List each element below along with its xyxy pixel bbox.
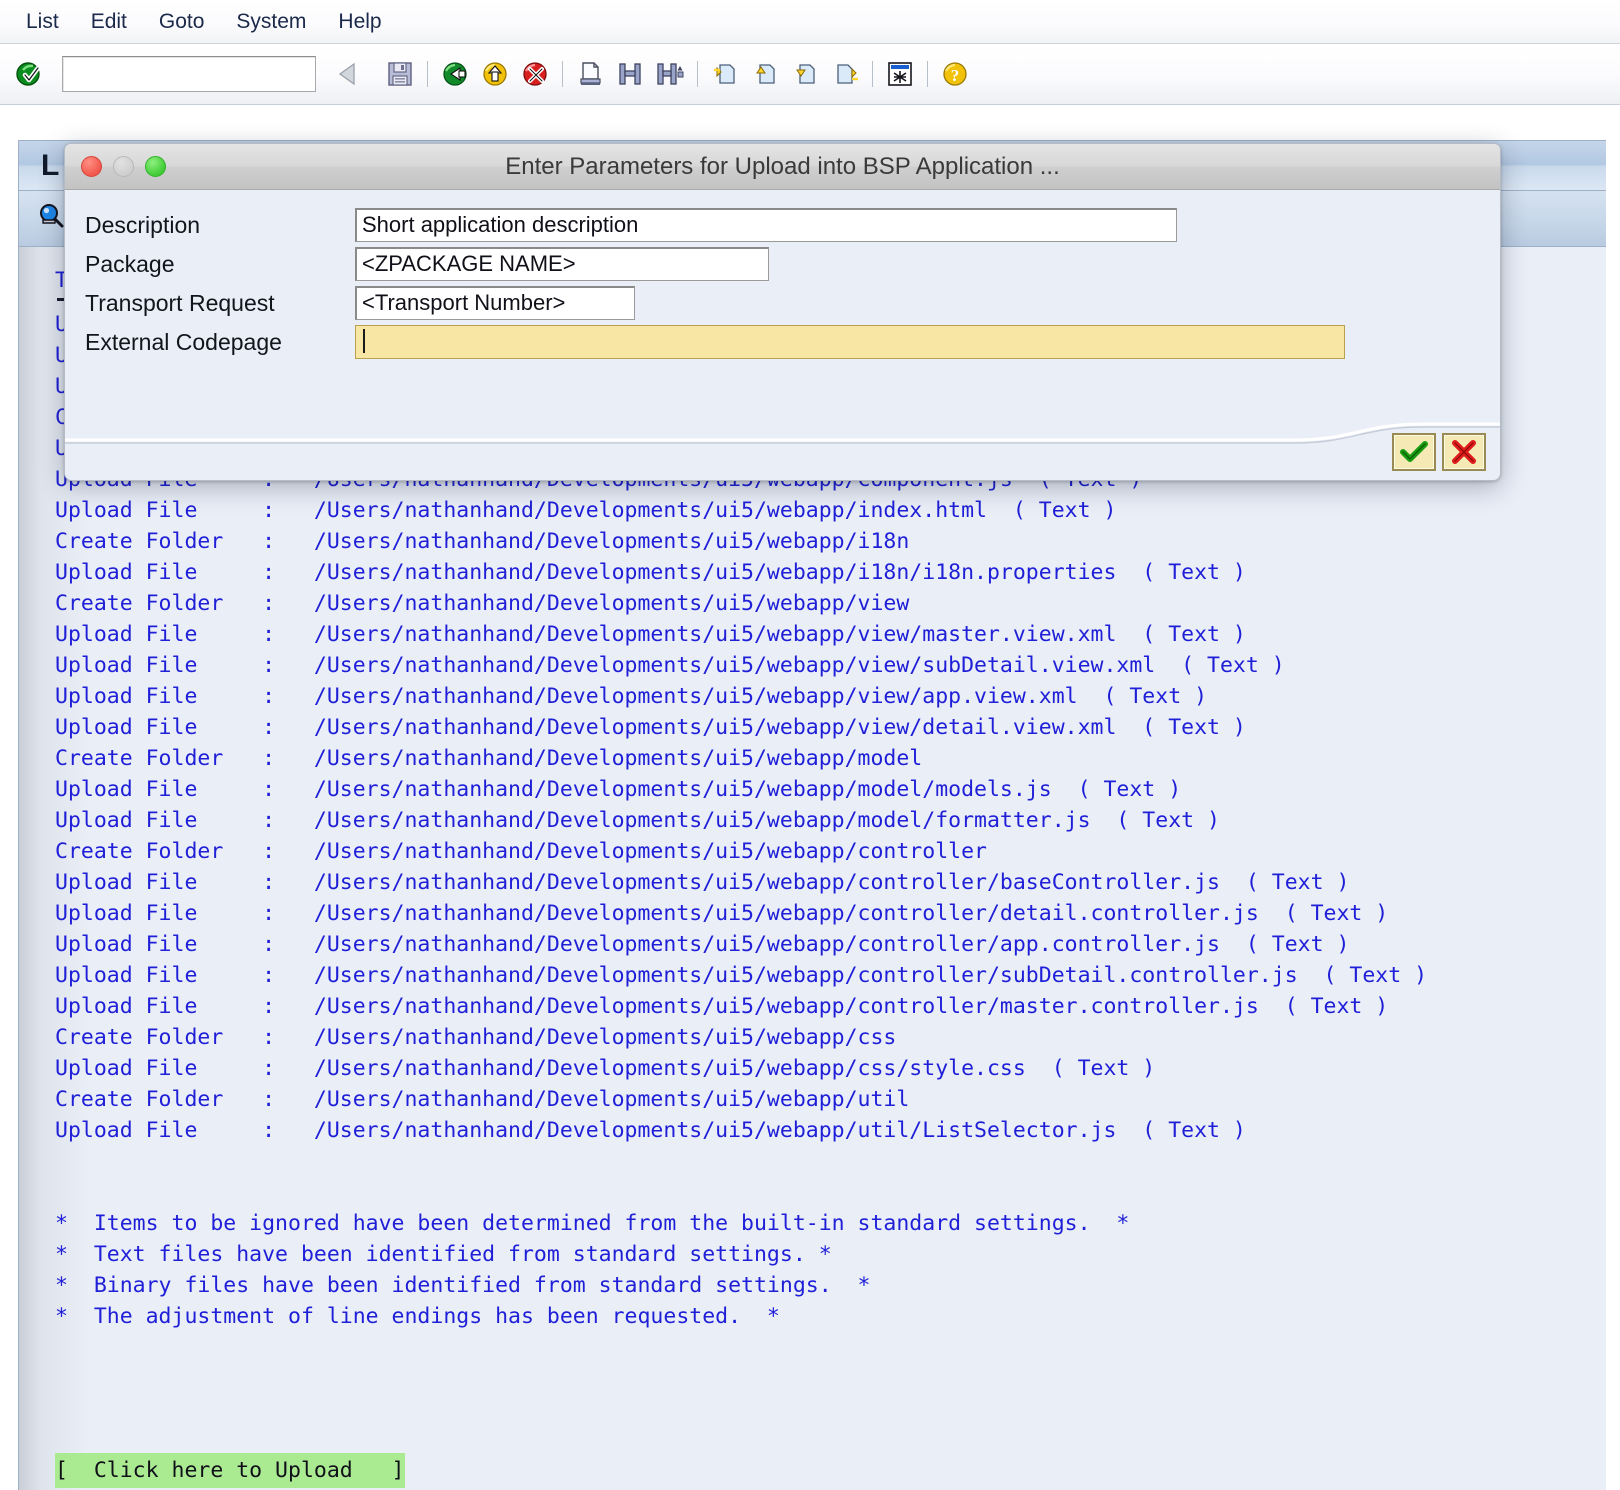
layout-icon[interactable] xyxy=(883,57,917,91)
list-row: Upload File : /Users/nathanhand/Developm… xyxy=(55,901,1389,926)
menu-edit[interactable]: Edit xyxy=(75,8,143,36)
description-label: Description xyxy=(85,211,201,238)
menu-help[interactable]: Help xyxy=(322,8,397,36)
find-magnifier-icon[interactable] xyxy=(35,200,67,237)
upload-parameters-dialog: Enter Parameters for Upload into BSP App… xyxy=(64,143,1501,481)
list-row: Upload File : /Users/nathanhand/Developm… xyxy=(55,684,1208,709)
list-row xyxy=(55,1363,1606,1394)
minimize-button[interactable] xyxy=(113,156,134,177)
description-value: Short application description xyxy=(362,212,639,237)
next-page-icon[interactable] xyxy=(788,57,822,91)
list-row: Upload File : /Users/nathanhand/Developm… xyxy=(55,498,1117,523)
dialog-title: Enter Parameters for Upload into BSP App… xyxy=(505,153,1060,180)
back-arrow-icon[interactable] xyxy=(333,57,367,91)
list-row xyxy=(55,1332,1606,1363)
dialog-buttons xyxy=(1392,433,1486,471)
list-row: Upload File : /Users/nathanhand/Developm… xyxy=(55,653,1285,678)
list-row: Upload File : /Users/nathanhand/Developm… xyxy=(55,994,1389,1019)
list-row: Upload File : /Users/nathanhand/Developm… xyxy=(55,622,1246,647)
text-caret xyxy=(363,329,365,354)
list-row: * The adjustment of line endings has bee… xyxy=(55,1304,780,1329)
list-row: Create Folder : /Users/nathanhand/Develo… xyxy=(55,1025,897,1050)
command-field[interactable] xyxy=(62,56,316,92)
red-cross-icon xyxy=(1452,440,1476,464)
list-row: Create Folder : /Users/nathanhand/Develo… xyxy=(55,529,910,554)
list-row xyxy=(55,1177,1606,1208)
green-check-icon xyxy=(1400,441,1428,462)
menu-goto[interactable]: Goto xyxy=(143,8,221,36)
toolbar: ? xyxy=(0,44,1620,105)
menu-list[interactable]: List xyxy=(10,8,75,36)
click-here-to-upload-button[interactable]: [ Click here to Upload ] xyxy=(55,1453,405,1488)
external-codepage-input[interactable] xyxy=(355,325,1345,359)
enter-check-icon[interactable] xyxy=(13,57,47,91)
dialog-body: Description Short application description… xyxy=(65,190,1500,480)
menu-bar: List Edit Goto System Help xyxy=(0,0,1620,44)
focus-corner-marker xyxy=(1336,326,1344,334)
package-input[interactable]: <ZPACKAGE NAME> xyxy=(355,247,769,281)
description-input[interactable]: Short application description xyxy=(355,208,1177,242)
list-row: Create Folder : /Users/nathanhand/Develo… xyxy=(55,746,923,771)
field-row-description: Description Short application description xyxy=(65,208,1500,242)
save-icon[interactable] xyxy=(383,57,417,91)
transport-request-input[interactable]: <Transport Number> xyxy=(355,286,635,320)
zoom-button[interactable] xyxy=(145,156,166,177)
dialog-footer-divider xyxy=(65,422,1500,444)
exit-yellow-icon[interactable] xyxy=(478,57,512,91)
focus-corner-marker xyxy=(1336,350,1344,358)
list-row: Upload File : /Users/nathanhand/Developm… xyxy=(55,932,1350,957)
menu-system[interactable]: System xyxy=(220,8,322,36)
cancel-red-icon[interactable] xyxy=(518,57,552,91)
list-row: Upload File : /Users/nathanhand/Developm… xyxy=(55,963,1428,988)
list-row xyxy=(55,1394,1606,1425)
svg-text:?: ? xyxy=(951,66,960,85)
external-codepage-label: External Codepage xyxy=(85,328,282,355)
list-row: Upload File : /Users/nathanhand/Developm… xyxy=(55,870,1350,895)
list-row: Create Folder : /Users/nathanhand/Develo… xyxy=(55,839,987,864)
find-next-icon[interactable] xyxy=(653,57,687,91)
help-icon[interactable]: ? xyxy=(938,57,972,91)
package-label: Package xyxy=(85,250,175,277)
field-row-package: Package <ZPACKAGE NAME> xyxy=(65,247,1500,281)
transport-request-value: <Transport Number> xyxy=(362,290,566,315)
list-row: Upload File : /Users/nathanhand/Developm… xyxy=(55,715,1246,740)
list-row xyxy=(55,1146,1606,1177)
find-icon[interactable] xyxy=(613,57,647,91)
list-row: Upload File : /Users/nathanhand/Developm… xyxy=(55,1056,1156,1081)
list-row: Upload File : /Users/nathanhand/Developm… xyxy=(55,1118,1246,1143)
confirm-button[interactable] xyxy=(1392,433,1436,471)
dialog-title-bar: Enter Parameters for Upload into BSP App… xyxy=(65,144,1500,190)
print-icon[interactable] xyxy=(573,57,607,91)
first-page-icon[interactable] xyxy=(708,57,742,91)
list-row: Upload File : /Users/nathanhand/Developm… xyxy=(55,808,1220,833)
last-page-icon[interactable] xyxy=(828,57,862,91)
previous-page-icon[interactable] xyxy=(748,57,782,91)
back-green-icon[interactable] xyxy=(438,57,472,91)
transport-request-label: Transport Request xyxy=(85,289,275,316)
list-row: * Items to be ignored have been determin… xyxy=(55,1211,1130,1236)
cancel-button[interactable] xyxy=(1442,433,1486,471)
close-button[interactable] xyxy=(81,156,102,177)
field-row-external-codepage: External Codepage xyxy=(65,325,1500,359)
list-row: * Text files have been identified from s… xyxy=(55,1242,832,1267)
list-row: Upload File : /Users/nathanhand/Developm… xyxy=(55,560,1246,585)
package-value: <ZPACKAGE NAME> xyxy=(362,251,576,276)
list-row: Create Folder : /Users/nathanhand/Develo… xyxy=(55,1087,910,1112)
list-row: Upload File : /Users/nathanhand/Developm… xyxy=(55,777,1182,802)
list-row: * Binary files have been identified from… xyxy=(55,1273,871,1298)
field-row-transport-request: Transport Request <Transport Number> xyxy=(65,286,1500,320)
list-row: Create Folder : /Users/nathanhand/Develo… xyxy=(55,591,910,616)
